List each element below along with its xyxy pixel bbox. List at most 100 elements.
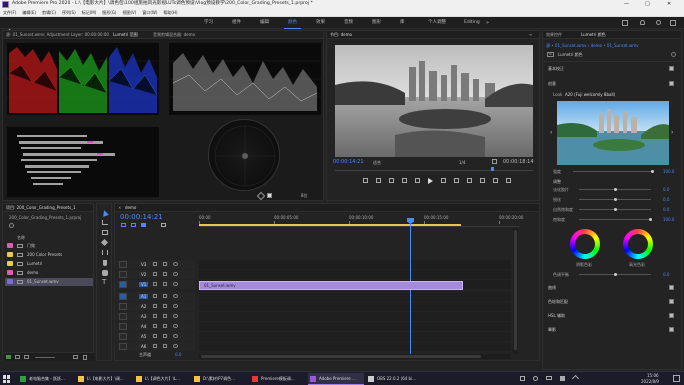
fullscreen-icon[interactable]: [670, 20, 676, 26]
track-header[interactable]: A1: [117, 292, 195, 301]
workspace-tab[interactable]: 颜色: [284, 17, 301, 29]
menu-item[interactable]: 序列(S): [62, 10, 76, 15]
look-dropdown[interactable]: A20 (Fuji welcomly 8ball): [565, 92, 615, 97]
wrench-icon[interactable]: [492, 159, 497, 164]
look-preview-image[interactable]: [557, 101, 669, 165]
vignette-checkbox[interactable]: [669, 327, 674, 332]
work-area-bar[interactable]: [199, 224, 461, 226]
workspace-tab[interactable]: 个人调整: [424, 17, 450, 29]
solo-icon[interactable]: [163, 324, 167, 328]
pen-tool-icon[interactable]: [103, 260, 107, 266]
slider-value[interactable]: 0.0: [663, 197, 669, 202]
highlight-tint-wheel[interactable]: [623, 229, 653, 259]
solo-icon[interactable]: [163, 314, 167, 318]
track-header[interactable]: A6: [117, 342, 195, 351]
voiceover-mic-icon[interactable]: [173, 304, 178, 308]
look-prev-icon[interactable]: ‹: [550, 129, 552, 136]
scope-bit-depth[interactable]: 8位: [301, 193, 308, 198]
taskbar-app[interactable]: L\【电影大片】\调...: [76, 373, 132, 385]
section-color-wheels[interactable]: 色轮和匹配: [548, 299, 568, 304]
slider-knob[interactable]: [614, 208, 617, 211]
razor-tool-icon[interactable]: [100, 238, 109, 247]
toggle-output-icon[interactable]: [163, 282, 167, 286]
section-vignette[interactable]: 晕影: [548, 327, 556, 332]
track-lane[interactable]: [199, 332, 511, 341]
slider-knob[interactable]: [614, 188, 617, 191]
track-lane[interactable]: [199, 342, 511, 351]
eye-icon[interactable]: [173, 282, 178, 286]
windows-start-icon[interactable]: [3, 375, 11, 383]
workspace-tab[interactable]: 库: [396, 17, 409, 29]
mark-in-icon[interactable]: [376, 178, 381, 183]
track-header[interactable]: V2: [117, 270, 195, 279]
go-to-in-icon[interactable]: [402, 178, 407, 183]
menu-item[interactable]: 帮助(H): [163, 10, 177, 15]
column-name[interactable]: 名称: [17, 235, 25, 240]
workspace-tab[interactable]: Editing: [460, 17, 484, 29]
panel-menu-icon[interactable]: ≡: [529, 32, 532, 37]
program-timecode-current[interactable]: 00:00:14:21: [333, 159, 364, 165]
curves-checkbox[interactable]: [669, 285, 674, 290]
track-header[interactable]: A2: [117, 302, 195, 311]
program-scrubber[interactable]: [335, 167, 533, 171]
voiceover-mic-icon[interactable]: [173, 294, 178, 298]
track-target-toggle[interactable]: [119, 271, 127, 278]
slider-value[interactable]: 100.0: [663, 217, 674, 222]
workspace-tab[interactable]: 音频: [340, 17, 357, 29]
menu-item[interactable]: 视图(V): [122, 10, 136, 15]
list-view-icon[interactable]: [15, 355, 20, 359]
taskbar-app[interactable]: OBS 22.0.2 (64 bi...: [366, 373, 422, 385]
zoom-slider[interactable]: [35, 357, 55, 358]
adjust-slider[interactable]: [579, 198, 651, 201]
close-button[interactable]: ✕: [667, 1, 671, 7]
color-wheels-checkbox[interactable]: [669, 299, 674, 304]
resolution-dropdown[interactable]: 1/4: [459, 160, 465, 165]
home-icon[interactable]: [6, 20, 13, 35]
tray-ime-icon[interactable]: [560, 376, 565, 381]
workspace-tab[interactable]: 图形: [368, 17, 385, 29]
close-sequence-icon[interactable]: ✕: [118, 205, 121, 210]
eye-icon[interactable]: [173, 262, 178, 266]
slider-value[interactable]: 0.0: [663, 207, 669, 212]
tray-network-icon[interactable]: [520, 376, 525, 381]
mute-icon[interactable]: [153, 294, 157, 298]
section-hsl-secondary[interactable]: HSL 辅助: [548, 313, 565, 318]
sequence-tab[interactable]: demo: [125, 205, 136, 210]
tray-volume-icon[interactable]: [533, 376, 538, 381]
workspace-tab[interactable]: 效果: [312, 17, 329, 29]
tab-audio-mixer[interactable]: 音频剪辑混合器: demo: [153, 32, 195, 37]
tray-battery-icon[interactable]: [546, 376, 552, 380]
project-item[interactable]: 门效: [5, 242, 93, 250]
search-icon[interactable]: [656, 20, 661, 25]
creative-checkbox[interactable]: [669, 81, 674, 86]
section-basic-correction[interactable]: 基本校正: [548, 66, 564, 71]
solo-icon[interactable]: [163, 344, 167, 348]
track-lane[interactable]: [199, 302, 511, 311]
voiceover-mic-icon[interactable]: [173, 324, 178, 328]
project-item[interactable]: 01_Sunset.wmv: [5, 278, 93, 286]
ripple-edit-tool-icon[interactable]: [102, 230, 108, 235]
lift-icon[interactable]: [467, 178, 472, 183]
track-target-toggle[interactable]: [119, 293, 127, 300]
lumetri-reset-icon[interactable]: [671, 52, 676, 57]
icon-view-icon[interactable]: [24, 355, 29, 359]
tab-lumetri-scopes[interactable]: Lumetri 范围: [113, 32, 138, 37]
mute-icon[interactable]: [153, 314, 157, 318]
program-monitor-title[interactable]: 节目: demo: [330, 32, 352, 37]
taskbar-app[interactable]: D:\素材\P7调色...: [192, 373, 248, 385]
track-lane[interactable]: [199, 270, 511, 279]
track-header[interactable]: V1: [117, 280, 195, 289]
section-curves[interactable]: 曲线: [548, 285, 556, 290]
clock-date[interactable]: 2022/8/9: [641, 379, 659, 384]
tab-effect-controls[interactable]: 效果控件: [546, 32, 562, 37]
step-back-icon[interactable]: [415, 178, 420, 183]
share-icon[interactable]: [622, 20, 628, 26]
track-target-toggle[interactable]: [119, 333, 127, 340]
mute-icon[interactable]: [153, 344, 157, 348]
project-item[interactable]: demo: [5, 269, 93, 277]
project-item[interactable]: Lumetri: [5, 260, 93, 268]
sync-lock-icon[interactable]: [153, 272, 157, 276]
timeline-vertical-scrollbar[interactable]: [513, 228, 518, 354]
track-target-toggle[interactable]: [119, 343, 127, 350]
track-header[interactable]: A5: [117, 332, 195, 341]
